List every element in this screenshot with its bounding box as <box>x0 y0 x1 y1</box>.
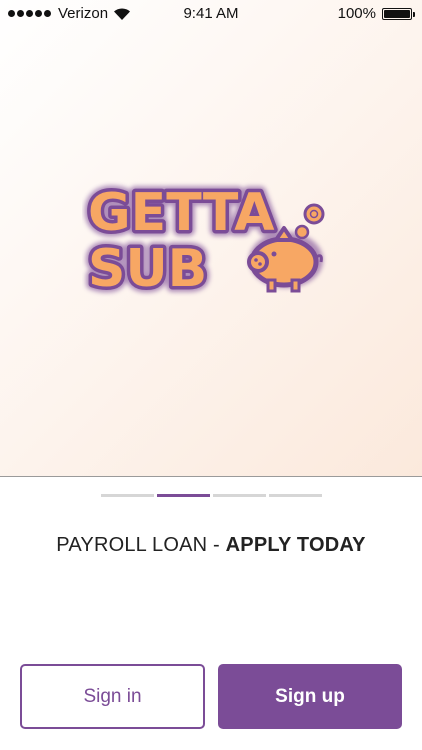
tagline-text: PAYROLL LOAN - <box>56 534 226 556</box>
app-logo: GETTA SUB GETTA SUB <box>82 180 325 298</box>
page-dot[interactable] <box>213 494 266 497</box>
sign-up-button[interactable]: Sign up <box>218 664 402 729</box>
coin-icon <box>294 203 325 240</box>
status-bar: Verizon 9:41 AM 100% <box>0 0 422 28</box>
sign-in-button[interactable]: Sign in <box>20 664 205 729</box>
tagline-emphasis: APPLY TODAY <box>225 534 366 556</box>
hero-banner: GETTA SUB GETTA SUB <box>0 0 422 477</box>
page-indicator <box>101 494 325 497</box>
status-right: 100% <box>337 5 415 22</box>
page-dot-active[interactable] <box>157 494 210 497</box>
logo-line-2: SUB <box>88 239 207 298</box>
battery-icon <box>382 7 415 20</box>
page-dot[interactable] <box>269 494 322 497</box>
page-dot[interactable] <box>101 494 154 497</box>
tagline: PAYROLL LOAN - APPLY TODAY <box>0 534 422 557</box>
battery-percentage: 100% <box>337 5 376 22</box>
logo-line-1: GETTA <box>88 183 275 243</box>
